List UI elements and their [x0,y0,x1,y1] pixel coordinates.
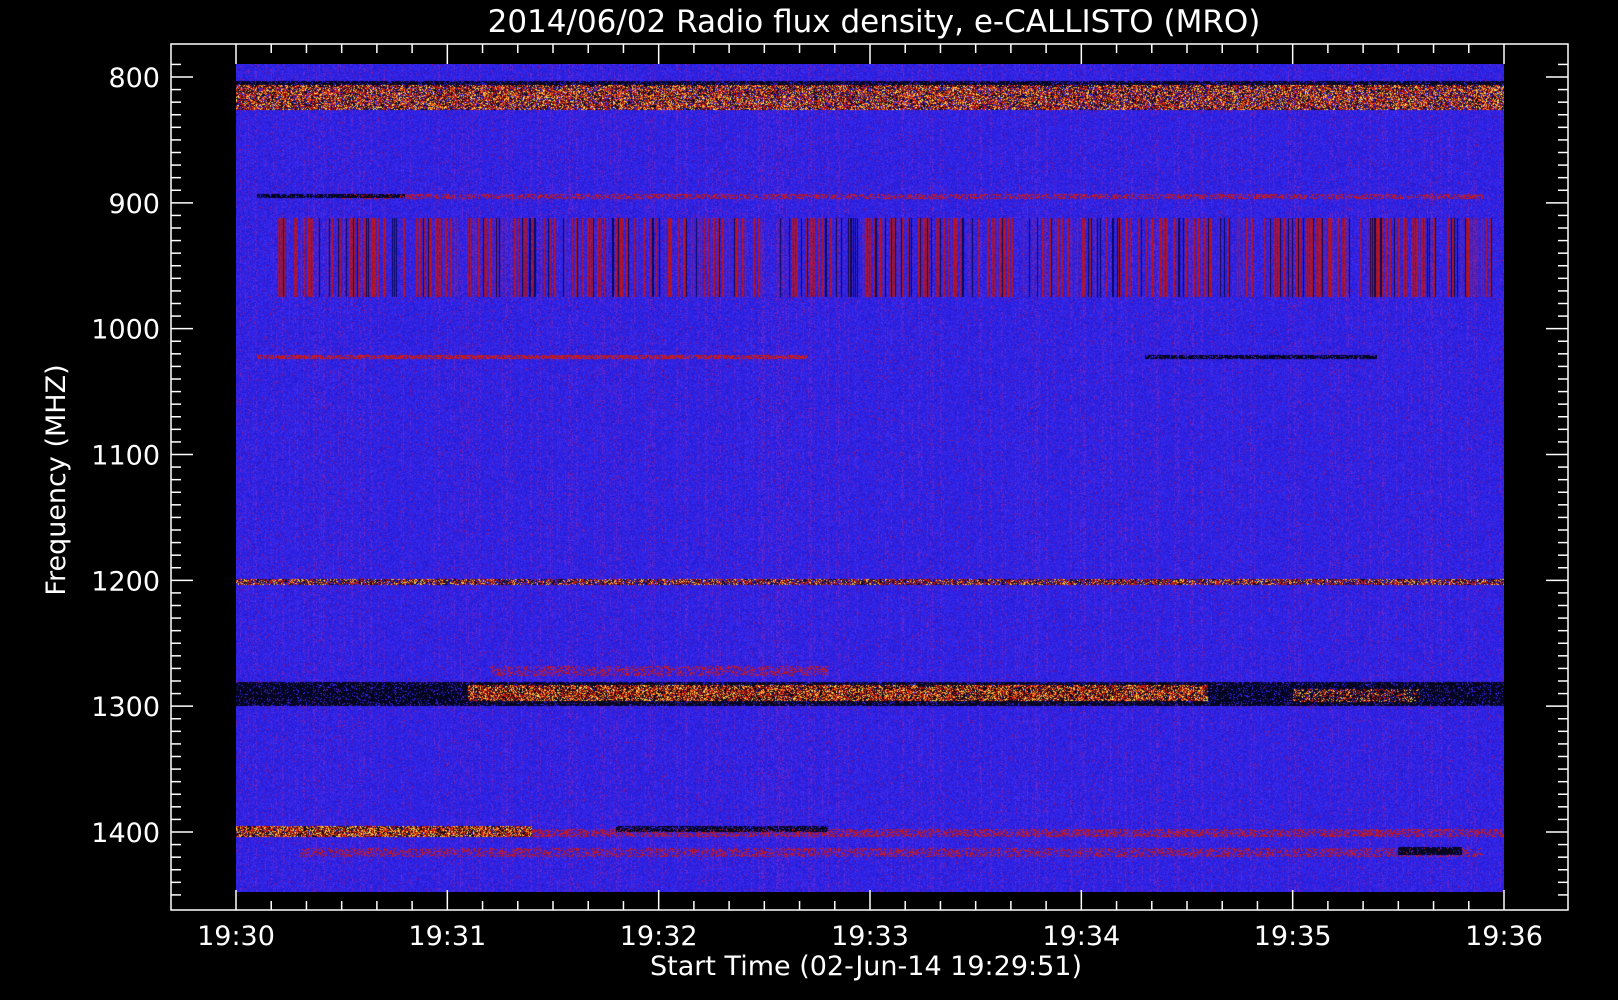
heatmap-canvas-wrap [236,64,1504,892]
y-tick-label: 800 [108,63,160,94]
chart-title: 2014/06/02 Radio flux density, e-CALLIST… [488,4,1261,40]
y-tick-label: 900 [108,189,160,220]
heatmap-image [236,64,1504,892]
x-tick-label: 19:36 [1465,921,1543,952]
y-tick-label: 1100 [91,441,160,472]
y-tick-label: 1400 [91,818,160,849]
x-axis-label: Start Time (02-Jun-14 19:29:51) [650,951,1082,982]
y-tick-label: 1200 [91,566,160,597]
x-tick-label: 19:35 [1254,921,1332,952]
spectrogram-chart: 2014/06/02 Radio flux density, e-CALLIST… [0,0,1618,1000]
x-tick-label: 19:30 [197,921,275,952]
y-axis-label: Frequency (MHZ) [41,364,72,595]
x-tick-label: 19:33 [831,921,909,952]
y-tick-label: 1000 [91,315,160,346]
x-tick-label: 19:32 [620,921,698,952]
x-tick-label: 19:34 [1042,921,1120,952]
x-tick-label: 19:31 [408,921,486,952]
y-tick-label: 1300 [91,692,160,723]
